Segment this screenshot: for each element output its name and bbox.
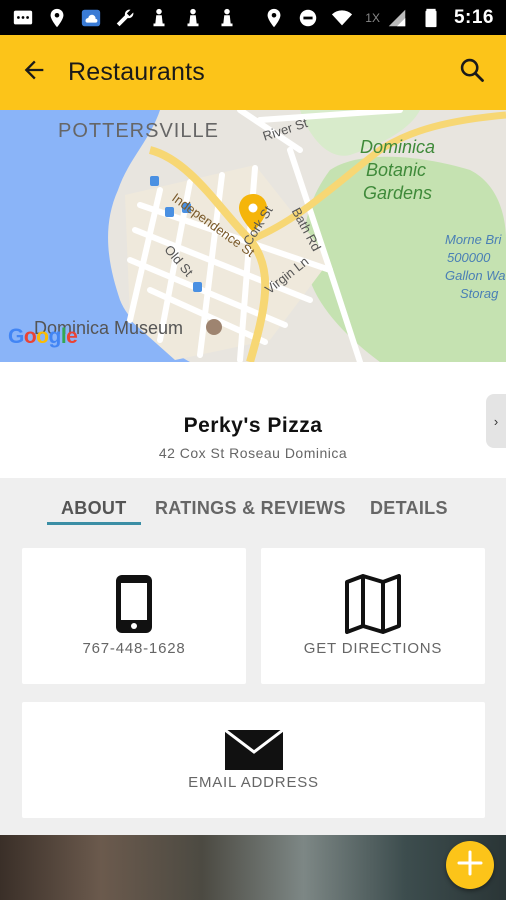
tab-ratings-reviews[interactable]: RATINGS & REVIEWS — [155, 498, 346, 519]
message-icon — [12, 7, 34, 29]
arrow-back-icon — [20, 56, 48, 89]
phone-icon — [22, 574, 246, 634]
map-label-morne-1: Morne Bri — [445, 232, 502, 247]
search-icon — [458, 56, 486, 89]
side-drawer-handle[interactable]: › — [486, 394, 506, 448]
phone-number: 767-448-1628 — [82, 640, 186, 657]
map-label-morne-3: Gallon Wa — [445, 268, 506, 283]
map-label-botanic-2: Botanic — [366, 160, 427, 180]
map-view[interactable]: POTTERSVILLE River St Dominica Botanic G… — [0, 110, 506, 362]
directions-label: GET DIRECTIONS — [303, 640, 443, 657]
wrench-icon — [114, 7, 136, 29]
email-label: EMAIL ADDRESS — [188, 774, 319, 791]
map-label-morne-2: 500000 — [447, 250, 491, 265]
place-name: Perky's Pizza — [183, 414, 323, 437]
email-card[interactable]: EMAIL ADDRESS — [22, 702, 485, 818]
add-button[interactable] — [446, 841, 494, 889]
map-label-pottersville: POTTERSVILLE — [58, 120, 219, 142]
status-bar: 1X 5:16 — [0, 0, 506, 35]
weather-icon — [80, 7, 102, 29]
page-title: Restaurants — [68, 58, 205, 86]
map-icon — [261, 574, 485, 634]
speed-label: 1X — [365, 10, 380, 25]
app-bar: Restaurants — [0, 35, 506, 110]
google-logo: Google — [8, 325, 78, 348]
directions-card[interactable]: GET DIRECTIONS — [261, 548, 485, 684]
tab-details[interactable]: DETAILS — [370, 498, 448, 519]
wifi-icon — [331, 7, 353, 29]
chess-icon — [148, 7, 170, 29]
tab-about[interactable]: ABOUT — [61, 498, 127, 519]
location-icon — [263, 7, 285, 29]
tab-bar: ABOUT RATINGS & REVIEWS DETAILS — [0, 490, 506, 530]
signal-icon — [386, 7, 408, 29]
phone-card[interactable]: 767-448-1628 — [22, 548, 246, 684]
search-button[interactable] — [452, 53, 492, 93]
status-time: 5:16 — [453, 6, 494, 28]
email-icon — [22, 730, 485, 770]
location-icon — [46, 7, 68, 29]
do-not-disturb-icon — [297, 7, 319, 29]
chess-icon — [216, 7, 238, 29]
active-tab-indicator — [47, 522, 141, 525]
place-info: Perky's Pizza 42 Cox St Roseau Dominica … — [0, 362, 506, 478]
battery-icon — [420, 7, 442, 29]
bottom-photo — [0, 835, 506, 900]
map-label-botanic-3: Gardens — [363, 183, 433, 203]
chess-icon — [182, 7, 204, 29]
place-address: 42 Cox St Roseau Dominica — [158, 445, 348, 461]
map-label-morne-4: Storag — [460, 286, 499, 301]
plus-icon — [455, 848, 485, 883]
chevron-right-icon: › — [493, 413, 499, 429]
back-button[interactable] — [14, 53, 54, 93]
map-label-botanic-1: Dominica — [360, 137, 436, 157]
